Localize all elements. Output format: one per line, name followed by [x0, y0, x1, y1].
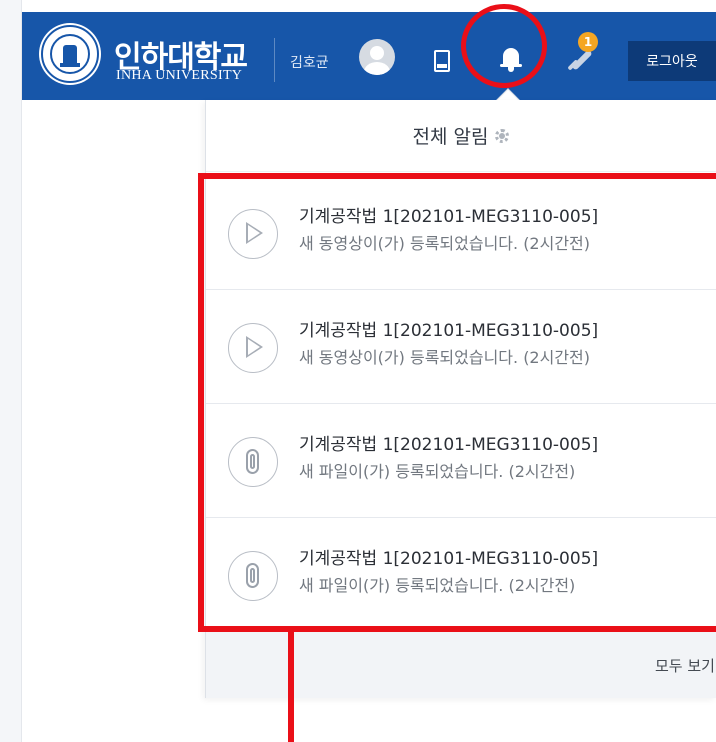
notifications-footer: 모두 보기	[206, 630, 716, 698]
logo-divider	[274, 38, 275, 82]
annotation-pointer-line	[288, 632, 294, 742]
page: 인하대학교 INHA UNIVERSITY 김호균 1 로그아웃 전체 알림 기…	[0, 0, 716, 742]
university-name-english[interactable]: INHA UNIVERSITY	[116, 68, 242, 84]
university-emblem-logo[interactable]	[41, 25, 99, 83]
logout-button[interactable]: 로그아웃	[628, 41, 716, 81]
notifications-title: 전체 알림	[412, 126, 489, 148]
mobile-device-icon[interactable]	[434, 50, 450, 72]
settings-gear-icon[interactable]	[494, 128, 510, 144]
notifications-header: 전체 알림	[206, 100, 716, 172]
user-name[interactable]: 김호균	[290, 52, 329, 72]
see-all-link[interactable]: 모두 보기	[655, 655, 715, 676]
user-avatar[interactable]	[359, 39, 395, 75]
left-sidebar-strip	[0, 0, 22, 742]
top-navigation-bar: 인하대학교 INHA UNIVERSITY 김호균 1 로그아웃	[22, 12, 716, 100]
bell-highlight-circle	[461, 4, 547, 88]
notification-count-badge: 1	[578, 32, 598, 52]
annotation-highlight-box	[198, 173, 716, 632]
